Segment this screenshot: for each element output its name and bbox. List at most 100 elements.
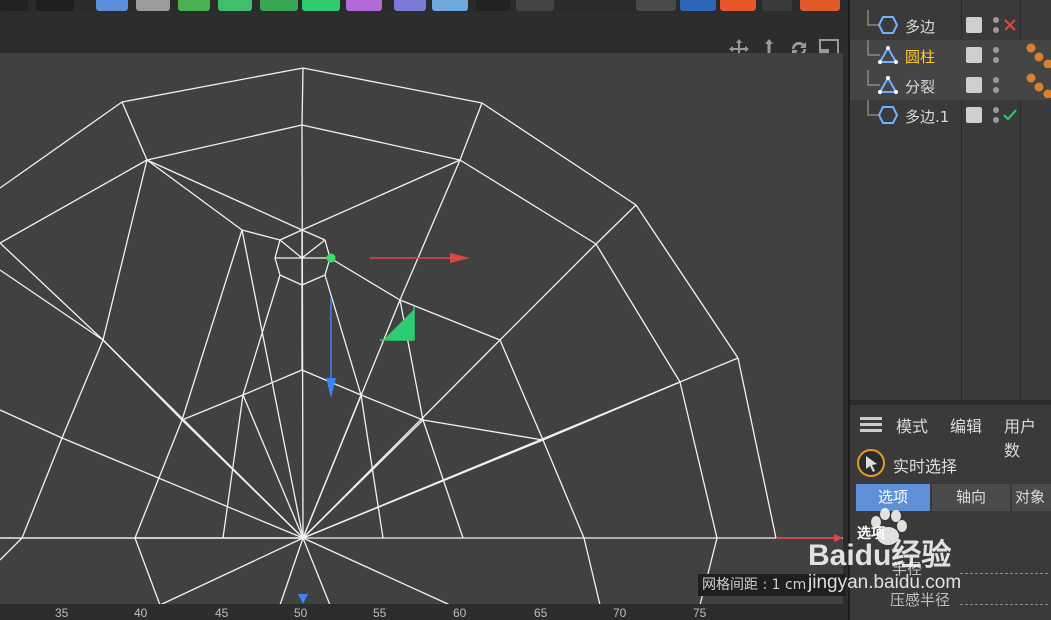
mesh-edge[interactable]	[121, 101, 148, 161]
object-row-split[interactable]: 分裂	[850, 70, 1051, 100]
mesh-edge[interactable]	[121, 67, 304, 103]
nurbs-icon[interactable]	[178, 0, 210, 11]
mesh-edge[interactable]	[279, 274, 303, 286]
tool-button[interactable]	[0, 0, 28, 11]
render-visibility-dot[interactable]	[993, 27, 999, 33]
mesh-edge[interactable]	[146, 124, 303, 161]
mesh-edge[interactable]	[274, 239, 281, 259]
enabled-check-icon[interactable]	[1002, 108, 1018, 122]
floor-icon[interactable]	[432, 0, 468, 11]
menu-edit[interactable]: 编辑	[950, 413, 982, 437]
mesh-edge[interactable]	[302, 339, 501, 539]
pen-icon[interactable]	[136, 0, 170, 11]
mesh-edge[interactable]	[301, 274, 326, 286]
mesh-edge[interactable]	[146, 159, 303, 231]
tab-options[interactable]: 选项	[856, 484, 930, 511]
editor-visibility-dot[interactable]	[993, 77, 999, 83]
mesh-edge[interactable]	[21, 437, 63, 539]
mesh-edge[interactable]	[0, 101, 123, 189]
mesh-edge[interactable]	[360, 394, 424, 421]
hamburger-menu-icon[interactable]	[860, 417, 882, 433]
tool-button[interactable]	[36, 0, 74, 11]
object-row-cylinder[interactable]: 圆柱	[850, 40, 1051, 70]
mesh-edge[interactable]	[102, 339, 304, 539]
mesh-edge[interactable]	[302, 67, 483, 104]
mesh-edge[interactable]	[181, 229, 243, 421]
mesh-edge[interactable]	[302, 299, 401, 539]
mesh-edge[interactable]	[302, 537, 451, 606]
mesh-edge[interactable]	[0, 242, 104, 341]
axis-tool-icon[interactable]	[720, 0, 756, 11]
mesh-canvas[interactable]	[0, 53, 843, 608]
mesh-edge[interactable]	[360, 394, 384, 539]
render-visibility-dot[interactable]	[993, 57, 999, 63]
mesh-edge[interactable]	[302, 381, 681, 539]
menu-mode[interactable]: 模式	[896, 413, 928, 437]
mesh-edge[interactable]	[399, 299, 501, 341]
object-row-polygon[interactable]: 多边	[850, 10, 1051, 40]
render-tool-icon[interactable]	[762, 0, 792, 11]
render-visibility-dot[interactable]	[993, 87, 999, 93]
mesh-edge[interactable]	[279, 239, 303, 259]
mesh-edge[interactable]	[0, 269, 104, 341]
mesh-edge[interactable]	[0, 409, 63, 439]
mesh-edge[interactable]	[222, 394, 244, 539]
mesh-edge[interactable]	[679, 357, 739, 383]
mesh-edge[interactable]	[102, 159, 148, 341]
mesh-edge[interactable]	[134, 419, 183, 539]
mesh-edge[interactable]	[542, 439, 585, 539]
scene-icon[interactable]	[394, 0, 426, 11]
mesh-edge[interactable]	[159, 537, 304, 606]
snap-icon[interactable]	[636, 0, 676, 11]
tab-object[interactable]: 对象	[1012, 484, 1051, 511]
mesh-edge[interactable]	[737, 357, 777, 539]
array-icon[interactable]	[218, 0, 252, 11]
spline-icon[interactable]	[346, 0, 382, 11]
mesh-edge[interactable]	[274, 257, 281, 276]
mesh-edge[interactable]	[481, 102, 637, 206]
mesh-edge[interactable]	[279, 229, 303, 241]
material-tag-icon[interactable]	[1024, 42, 1051, 68]
mesh-edge[interactable]	[422, 419, 544, 441]
editor-visibility-dot[interactable]	[993, 17, 999, 23]
object-row-polygon-1[interactable]: 多边.1	[850, 100, 1051, 130]
mesh-edge[interactable]	[181, 394, 244, 421]
editable-toggle[interactable]	[966, 47, 982, 63]
mesh-edge[interactable]	[329, 257, 401, 301]
menu-user-data[interactable]: 用户数	[1004, 413, 1051, 461]
mesh-edge[interactable]	[595, 204, 637, 245]
mesh-edge[interactable]	[242, 274, 281, 396]
mesh-edge[interactable]	[61, 339, 104, 439]
tab-axis[interactable]: 轴向	[932, 484, 1010, 511]
mesh-edge[interactable]	[595, 243, 681, 383]
mesh-edge[interactable]	[422, 419, 464, 539]
mesh-edge[interactable]	[241, 229, 304, 539]
mesh-edge[interactable]	[499, 339, 544, 441]
mesh-edge[interactable]	[679, 381, 718, 539]
mesh-edge[interactable]	[134, 537, 161, 606]
paint-icon[interactable]	[800, 0, 840, 11]
material-tag-icon[interactable]	[1024, 72, 1051, 98]
deformer-icon[interactable]	[260, 0, 298, 11]
mesh-edge[interactable]	[301, 229, 326, 241]
mesh-edge[interactable]	[459, 159, 597, 245]
mesh-edge[interactable]	[301, 124, 461, 161]
workplane-icon[interactable]	[680, 0, 716, 11]
mesh-edge[interactable]	[301, 159, 461, 231]
camera-icon[interactable]	[476, 0, 510, 11]
editor-visibility-dot[interactable]	[993, 107, 999, 113]
mesh-edge[interactable]	[0, 537, 23, 561]
mesh-edge[interactable]	[241, 229, 281, 241]
mesh-edge[interactable]	[301, 67, 304, 126]
mesh-edge[interactable]	[301, 239, 326, 259]
disabled-x-icon[interactable]	[1003, 18, 1017, 32]
mesh-edge[interactable]	[146, 159, 243, 231]
render-visibility-dot[interactable]	[993, 117, 999, 123]
editor-visibility-dot[interactable]	[993, 47, 999, 53]
mesh-edge[interactable]	[459, 102, 483, 161]
cube-icon[interactable]	[96, 0, 128, 11]
editable-toggle[interactable]	[966, 77, 982, 93]
more-icon[interactable]	[516, 0, 554, 11]
mesh-edge[interactable]	[583, 537, 601, 606]
editable-toggle[interactable]	[966, 107, 982, 123]
